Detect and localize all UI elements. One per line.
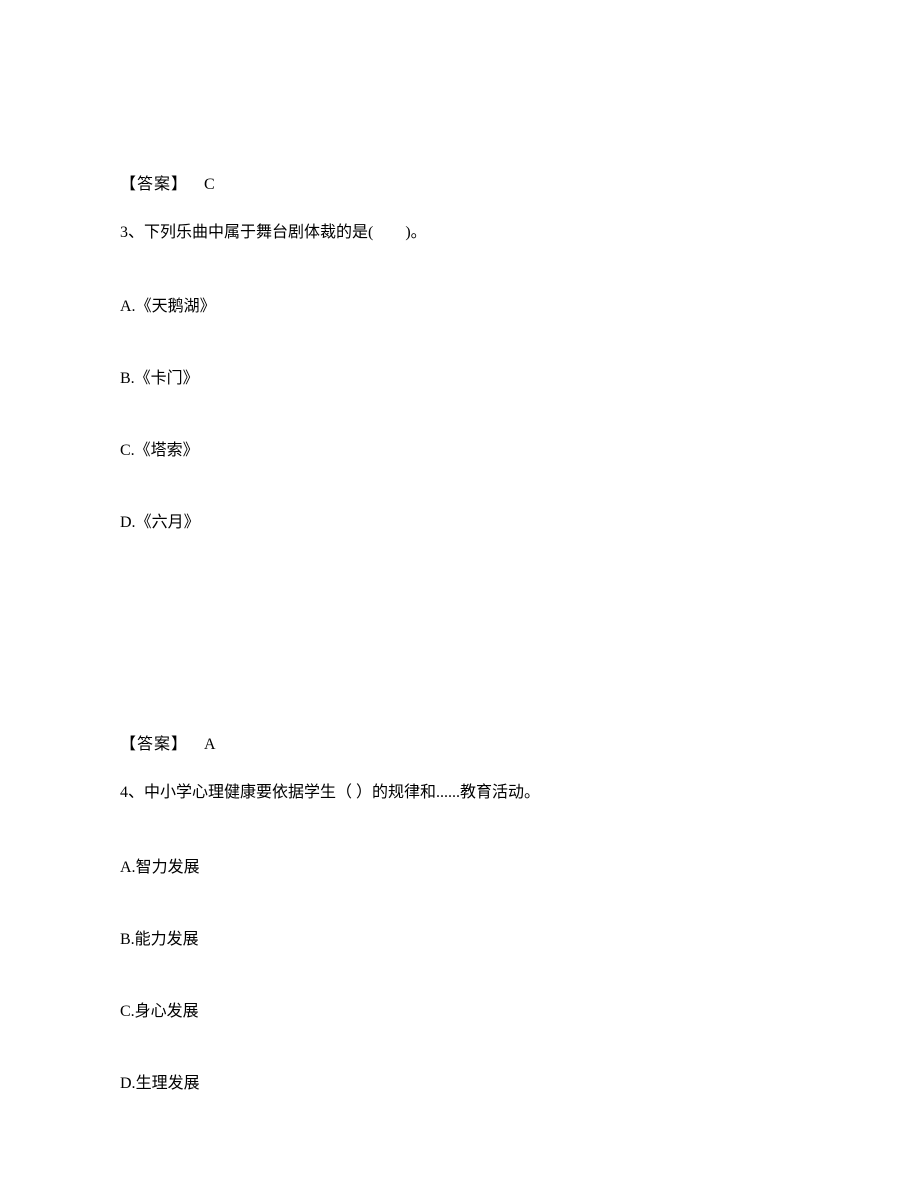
- q4-option-d: D.生理发展: [120, 1069, 800, 1093]
- option-text: 生理发展: [136, 1075, 200, 1092]
- spacer: [120, 580, 800, 730]
- q4-option-b: B.能力发展: [120, 925, 800, 949]
- question-body: 中小学心理健康要依据学生（ ）的规律和......教育活动。: [144, 784, 540, 801]
- q3-option-b: B.《卡门》: [120, 364, 800, 388]
- answer-label: 【答案】: [120, 176, 188, 193]
- option-letter: A.: [120, 298, 136, 315]
- option-letter: D.: [120, 1075, 136, 1092]
- q2-answer-line: 【答案】 C: [120, 170, 800, 194]
- option-text: 能力发展: [135, 931, 199, 948]
- option-letter: C.: [120, 442, 135, 459]
- answer-label: 【答案】: [120, 736, 188, 753]
- q3-option-c: C.《塔索》: [120, 436, 800, 460]
- question-number: 4、: [120, 784, 144, 801]
- q4-option-a: A.智力发展: [120, 853, 800, 877]
- document-content: 【答案】 C 3、下列乐曲中属于舞台剧体裁的是( )。 A.《天鹅湖》 B.《卡…: [0, 0, 920, 1093]
- answer-value: A: [204, 736, 216, 753]
- option-text: 智力发展: [136, 859, 200, 876]
- option-text: 《塔索》: [135, 442, 199, 459]
- question-body: 下列乐曲中属于舞台剧体裁的是( )。: [144, 224, 427, 241]
- q3-answer-line: 【答案】 A: [120, 730, 800, 754]
- option-letter: B.: [120, 931, 135, 948]
- option-text: 《卡门》: [135, 370, 199, 387]
- q3-option-a: A.《天鹅湖》: [120, 292, 800, 316]
- option-letter: C.: [120, 1003, 135, 1020]
- q4-option-c: C.身心发展: [120, 997, 800, 1021]
- option-letter: D.: [120, 514, 136, 531]
- option-letter: B.: [120, 370, 135, 387]
- q3-option-d: D.《六月》: [120, 508, 800, 532]
- q3-question: 3、下列乐曲中属于舞台剧体裁的是( )。: [120, 222, 800, 244]
- q4-question: 4、中小学心理健康要依据学生（ ）的规律和......教育活动。: [120, 782, 800, 804]
- option-text: 身心发展: [135, 1003, 199, 1020]
- option-text: 《六月》: [136, 514, 200, 531]
- answer-value: C: [204, 176, 215, 193]
- question-number: 3、: [120, 224, 144, 241]
- option-text: 《天鹅湖》: [136, 298, 216, 315]
- option-letter: A.: [120, 859, 136, 876]
